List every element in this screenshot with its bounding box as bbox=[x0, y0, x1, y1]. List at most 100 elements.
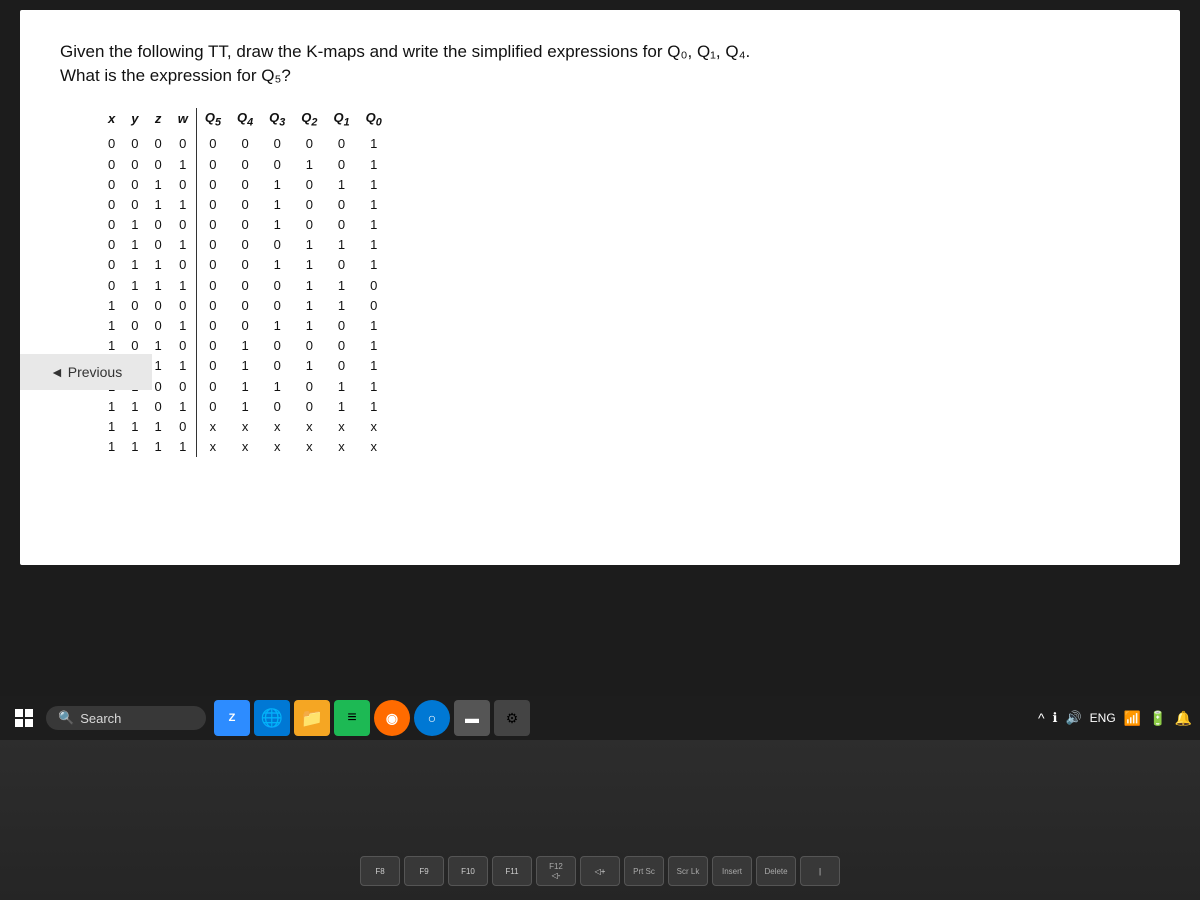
cell-left-4-0: 0 bbox=[100, 215, 123, 235]
cell-right-7-2: 0 bbox=[261, 276, 293, 296]
key-f11[interactable]: F11 bbox=[492, 856, 532, 886]
cell-left-1-0: 0 bbox=[100, 155, 123, 175]
cell-left-6-2: 1 bbox=[146, 255, 169, 275]
cell-right-12-4: 1 bbox=[325, 377, 357, 397]
table-row: 0011001001 bbox=[100, 195, 390, 215]
cell-right-10-3: 0 bbox=[293, 336, 325, 356]
wifi-icon[interactable]: 📶 bbox=[1124, 710, 1141, 727]
cell-right-13-3: 0 bbox=[293, 397, 325, 417]
fn-key-row: F8 F9 F10 F11 F12 ◁- ◁+ Prt Sc Scr Lk In… bbox=[360, 856, 840, 886]
cell-left-0-3: 0 bbox=[170, 134, 197, 154]
cell-left-9-1: 0 bbox=[123, 316, 146, 336]
cell-left-14-1: 1 bbox=[123, 417, 146, 437]
header-x: x bbox=[100, 108, 123, 135]
header-q1: Q1 bbox=[325, 108, 357, 135]
orange-icon[interactable]: ◉ bbox=[374, 700, 410, 736]
cell-right-7-3: 1 bbox=[293, 276, 325, 296]
gray-icon[interactable]: ▬ bbox=[454, 700, 490, 736]
cell-right-2-5: 1 bbox=[358, 175, 390, 195]
table-row: 1001001101 bbox=[100, 316, 390, 336]
table-row: 0000000001 bbox=[100, 134, 390, 154]
cell-right-8-4: 1 bbox=[325, 296, 357, 316]
start-button[interactable] bbox=[8, 702, 40, 734]
cell-left-6-0: 0 bbox=[100, 255, 123, 275]
cell-right-11-2: 0 bbox=[261, 356, 293, 376]
key-f8[interactable]: F8 bbox=[360, 856, 400, 886]
cell-right-3-4: 0 bbox=[325, 195, 357, 215]
key-prtsc[interactable]: Prt Sc bbox=[624, 856, 664, 886]
settings-icon[interactable]: ⚙ bbox=[494, 700, 530, 736]
table-header-row: x y z w Q5 Q4 Q3 Q2 Q1 Q0 bbox=[100, 108, 390, 135]
key-insert[interactable]: Insert bbox=[712, 856, 752, 886]
question-line1: Given the following TT, draw the K-maps … bbox=[60, 42, 750, 61]
cell-left-14-2: 1 bbox=[146, 417, 169, 437]
battery-icon[interactable]: 🔋 bbox=[1149, 710, 1166, 727]
cell-left-1-3: 1 bbox=[170, 155, 197, 175]
question-line2: What is the expression for Q₅? bbox=[60, 66, 291, 85]
cell-left-7-2: 1 bbox=[146, 276, 169, 296]
info-icon[interactable]: ℹ bbox=[1053, 710, 1058, 726]
cell-left-14-0: 1 bbox=[100, 417, 123, 437]
key-delete[interactable]: Delete bbox=[756, 856, 796, 886]
key-scrlk[interactable]: Scr Lk bbox=[668, 856, 708, 886]
cell-right-2-2: 1 bbox=[261, 175, 293, 195]
cell-right-14-2: x bbox=[261, 417, 293, 437]
cell-right-6-5: 1 bbox=[358, 255, 390, 275]
cell-right-15-4: x bbox=[325, 437, 357, 457]
cell-left-4-3: 0 bbox=[170, 215, 197, 235]
cell-right-4-5: 1 bbox=[358, 215, 390, 235]
key-f10[interactable]: F10 bbox=[448, 856, 488, 886]
cell-left-8-1: 0 bbox=[123, 296, 146, 316]
cell-right-13-4: 1 bbox=[325, 397, 357, 417]
table-row: 0101000111 bbox=[100, 235, 390, 255]
cell-left-1-1: 0 bbox=[123, 155, 146, 175]
cell-right-9-0: 0 bbox=[196, 316, 229, 336]
cell-right-0-0: 0 bbox=[196, 134, 229, 154]
cell-right-0-2: 0 bbox=[261, 134, 293, 154]
cell-right-12-0: 0 bbox=[196, 377, 229, 397]
zoom-icon[interactable]: Z bbox=[214, 700, 250, 736]
cell-right-6-0: 0 bbox=[196, 255, 229, 275]
question-text: Given the following TT, draw the K-maps … bbox=[60, 40, 1140, 88]
cell-right-5-4: 1 bbox=[325, 235, 357, 255]
notification-icon[interactable]: 🔔 bbox=[1175, 710, 1192, 727]
key-vol-up[interactable]: ◁+ bbox=[580, 856, 620, 886]
cell-left-12-3: 0 bbox=[170, 377, 197, 397]
cell-right-3-1: 0 bbox=[229, 195, 261, 215]
key-f12[interactable]: F12 ◁- bbox=[536, 856, 576, 886]
cell-left-11-3: 1 bbox=[170, 356, 197, 376]
cell-left-13-2: 0 bbox=[146, 397, 169, 417]
taskbar-search[interactable]: 🔍 Search bbox=[46, 706, 206, 730]
cell-right-5-2: 0 bbox=[261, 235, 293, 255]
cell-right-14-5: x bbox=[358, 417, 390, 437]
equalizer-icon[interactable]: ≡ bbox=[334, 700, 370, 736]
cell-right-3-3: 0 bbox=[293, 195, 325, 215]
cell-left-9-0: 1 bbox=[100, 316, 123, 336]
key-f9[interactable]: F9 bbox=[404, 856, 444, 886]
cell-left-13-1: 1 bbox=[123, 397, 146, 417]
cell-right-1-2: 0 bbox=[261, 155, 293, 175]
cell-right-8-3: 1 bbox=[293, 296, 325, 316]
cell-right-2-3: 0 bbox=[293, 175, 325, 195]
cell-right-9-5: 1 bbox=[358, 316, 390, 336]
cell-left-5-2: 0 bbox=[146, 235, 169, 255]
cell-right-8-1: 0 bbox=[229, 296, 261, 316]
header-y: y bbox=[123, 108, 146, 135]
edge-icon[interactable]: 🌐 bbox=[254, 700, 290, 736]
cell-right-11-1: 1 bbox=[229, 356, 261, 376]
cell-left-2-3: 0 bbox=[170, 175, 197, 195]
key-pipe[interactable]: | bbox=[800, 856, 840, 886]
previous-button[interactable]: ◄ Previous bbox=[20, 354, 152, 390]
volume-icon[interactable]: 🔊 bbox=[1065, 710, 1081, 726]
cell-left-6-1: 1 bbox=[123, 255, 146, 275]
cell-right-6-4: 0 bbox=[325, 255, 357, 275]
windows-logo bbox=[15, 709, 33, 727]
cell-right-14-0: x bbox=[196, 417, 229, 437]
cell-right-11-0: 0 bbox=[196, 356, 229, 376]
blue-circle-icon[interactable]: ○ bbox=[414, 700, 450, 736]
cell-right-7-4: 1 bbox=[325, 276, 357, 296]
cell-left-2-0: 0 bbox=[100, 175, 123, 195]
cell-right-10-2: 0 bbox=[261, 336, 293, 356]
chevron-up-icon[interactable]: ^ bbox=[1038, 710, 1045, 726]
files-icon[interactable]: 📁 bbox=[294, 700, 330, 736]
